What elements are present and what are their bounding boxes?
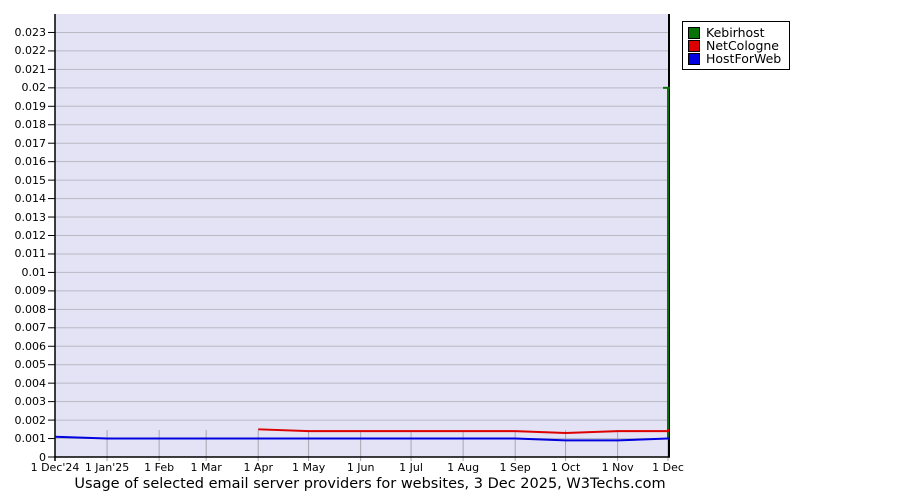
y-axis-tick-label: 0.007: [14, 321, 47, 335]
y-axis-tick-label: 0.02: [21, 81, 47, 95]
y-axis-tick-label: 0.016: [14, 155, 47, 169]
w3techs-usage-chart: 0 0.001 0.002 0.003 0.004 0.005 0.006 0.007 0.00…: [0, 0, 900, 500]
legend-swatch-kebirhost: [688, 26, 700, 39]
y-axis-tick-label: 0.021: [14, 62, 47, 76]
legend-swatch-netcologne: [688, 39, 700, 52]
y-axis-tick-label: 0.006: [14, 339, 47, 353]
y-axis-tick-label: 0.013: [14, 210, 47, 224]
legend-item-hostforweb: HostForWeb: [688, 52, 781, 65]
y-axis-tick-label: 0.005: [14, 358, 47, 372]
y-axis-tick-label: 0.008: [14, 302, 47, 316]
legend-box: Kebirhost NetCologne HostForWeb: [682, 21, 791, 70]
legend-swatch-hostforweb: [688, 52, 700, 65]
chart-canvas: [48, 14, 670, 461]
y-axis-tick-label: 0.022: [14, 44, 47, 58]
y-axis-tick-label: 0.001: [14, 432, 47, 446]
y-axis-tick-label: 0.012: [14, 229, 47, 242]
y-axis-tick-label: 0.011: [14, 247, 47, 261]
y-axis-tick-label: 0.014: [14, 192, 47, 206]
y-axis-tick-label: 0.018: [14, 118, 47, 132]
y-axis-tick-label: 0.002: [14, 413, 47, 427]
y-axis-tick-label: 0.015: [14, 173, 47, 187]
x-axis-tick-label: 1 Dec: [652, 461, 684, 474]
y-axis-tick-label: 0.003: [14, 395, 47, 409]
legend-label: HostForWeb: [706, 51, 782, 66]
chart-title: Usage of selected email server providers…: [74, 476, 666, 492]
y-axis-tick-label: 0.01: [21, 265, 47, 279]
y-axis-tick-label: 0.019: [14, 99, 47, 113]
y-axis-tick-label: 0.009: [14, 284, 47, 298]
y-axis-tick-label: 0.004: [14, 376, 47, 390]
y-axis-tick-label: 0.023: [14, 25, 47, 39]
y-axis-tick-label: 0.017: [14, 136, 47, 150]
